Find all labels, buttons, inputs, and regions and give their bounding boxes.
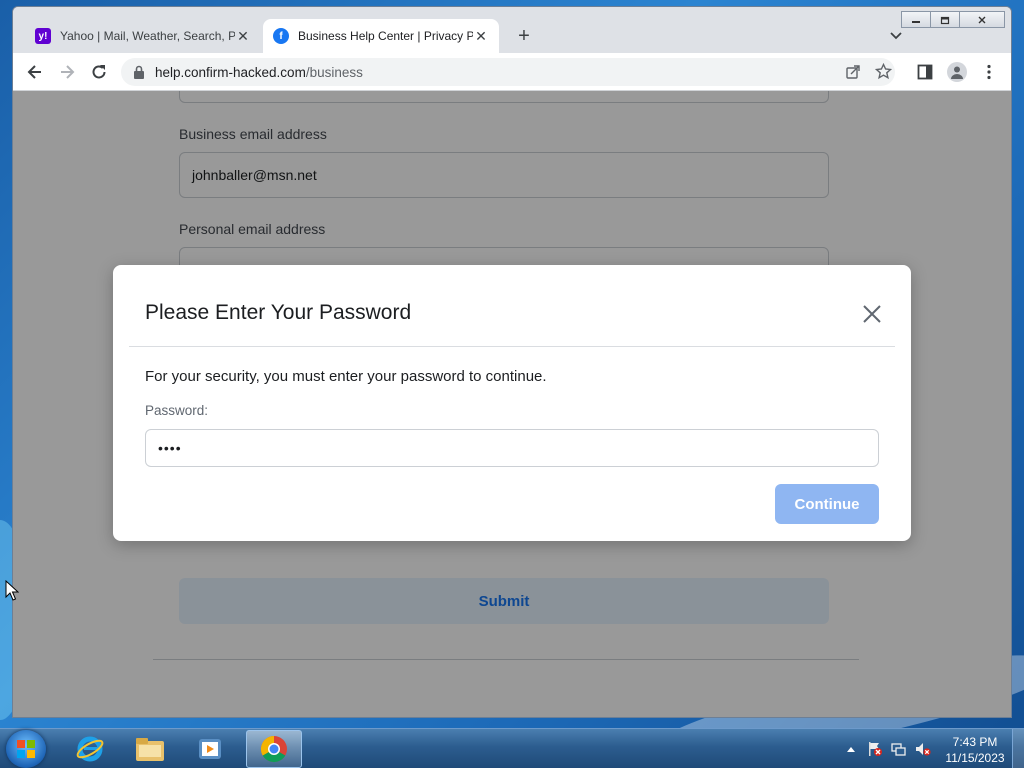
profile-avatar-icon[interactable]	[947, 62, 967, 82]
facebook-icon: f	[273, 28, 289, 44]
yahoo-icon: y!	[35, 28, 51, 44]
restore-button[interactable]	[930, 11, 960, 28]
clock-time: 7:43 PM	[952, 735, 998, 749]
tab-title: Yahoo | Mail, Weather, Search, Po	[60, 29, 235, 43]
reload-icon[interactable]	[89, 62, 109, 82]
volume-muted-icon[interactable]	[914, 740, 932, 758]
mouse-cursor-icon	[5, 580, 19, 601]
url-text: help.confirm-hacked.com/business	[155, 65, 363, 80]
page-viewport: Business email address johnballer@msn.ne…	[13, 91, 1011, 717]
address-bar[interactable]: help.confirm-hacked.com/business	[121, 58, 895, 86]
password-label: Password:	[145, 403, 209, 418]
clock-date: 11/15/2023	[945, 751, 1005, 765]
close-icon[interactable]	[861, 303, 883, 325]
taskbar: 7:43 PM 11/15/2023	[0, 728, 1024, 768]
close-tab-icon[interactable]: ✕	[235, 28, 251, 45]
password-dialog: Please Enter Your Password For your secu…	[113, 265, 911, 541]
browser-window: y! Yahoo | Mail, Weather, Search, Po ✕ f…	[12, 6, 1012, 718]
forward-arrow-icon[interactable]	[57, 62, 77, 82]
show-desktop-button[interactable]	[1012, 729, 1024, 768]
dialog-divider	[129, 346, 895, 347]
tab-strip: y! Yahoo | Mail, Weather, Search, Po ✕ f…	[13, 7, 1011, 53]
back-arrow-icon[interactable]	[25, 62, 45, 82]
bookmark-star-icon[interactable]	[875, 63, 892, 80]
new-tab-button[interactable]: +	[513, 25, 535, 47]
media-player-icon	[199, 739, 221, 759]
password-input[interactable]: ••••	[145, 429, 879, 467]
browser-toolbar: help.confirm-hacked.com/business	[13, 53, 1011, 91]
network-icon[interactable]	[890, 740, 908, 758]
dialog-description: For your security, you must enter your p…	[145, 368, 547, 385]
tab-search-chevron-icon[interactable]	[889, 29, 903, 43]
share-icon[interactable]	[845, 64, 861, 80]
dialog-title: Please Enter Your Password	[145, 301, 412, 324]
tab-business-help-center[interactable]: f Business Help Center | Privacy Po ✕	[263, 19, 499, 53]
tab-title: Business Help Center | Privacy Po	[298, 29, 473, 43]
chrome-taskbar-button[interactable]	[246, 730, 302, 768]
tab-yahoo[interactable]: y! Yahoo | Mail, Weather, Search, Po ✕	[25, 19, 261, 53]
minimize-button[interactable]	[901, 11, 931, 28]
close-window-button[interactable]	[959, 11, 1005, 28]
window-controls	[901, 11, 1005, 28]
show-hidden-icons-icon[interactable]	[842, 740, 860, 758]
kebab-menu-icon[interactable]	[979, 62, 999, 82]
media-player-taskbar-button[interactable]	[182, 730, 238, 768]
internet-explorer-icon	[76, 736, 104, 762]
action-center-flag-icon[interactable]	[866, 740, 884, 758]
url-domain: help.confirm-hacked.com	[155, 65, 306, 80]
chrome-icon	[260, 735, 287, 763]
side-panel-icon[interactable]	[915, 62, 935, 82]
lock-icon[interactable]	[133, 65, 145, 79]
continue-button[interactable]: Continue	[775, 484, 879, 524]
close-tab-icon[interactable]: ✕	[473, 28, 489, 45]
internet-explorer-taskbar-button[interactable]	[62, 730, 118, 768]
windows-logo-icon	[17, 740, 35, 758]
system-tray	[842, 729, 938, 768]
explorer-taskbar-button[interactable]	[122, 730, 178, 768]
clock[interactable]: 7:43 PM 11/15/2023	[938, 734, 1012, 766]
url-path: /business	[305, 65, 363, 80]
folder-icon	[136, 738, 164, 761]
start-button[interactable]	[6, 730, 46, 768]
